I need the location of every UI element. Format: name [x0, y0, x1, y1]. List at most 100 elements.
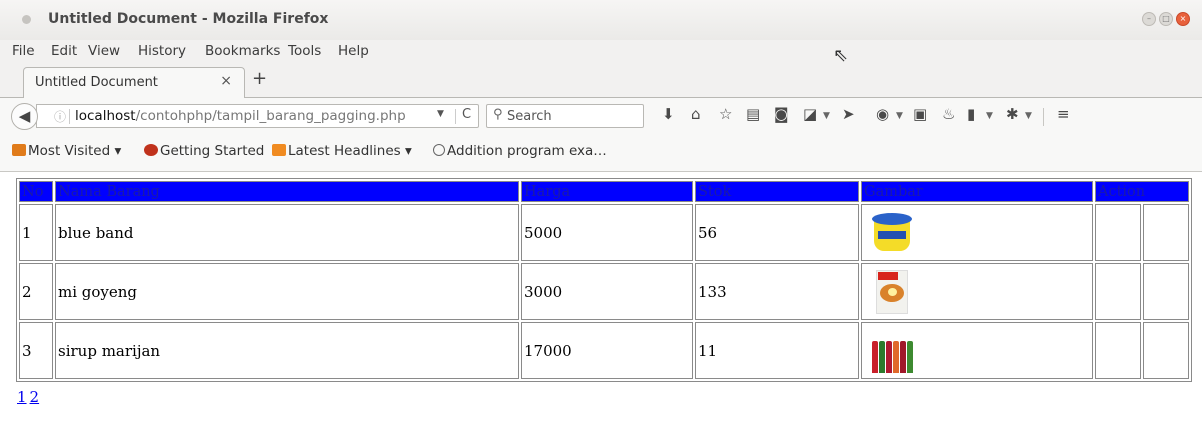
- syrup-bottles-image: [868, 327, 918, 375]
- tab-untitled-document[interactable]: Untitled Document ×: [23, 67, 245, 98]
- extension-dropdown-icon[interactable]: ▼: [1025, 111, 1032, 121]
- site-info-icon[interactable]: ⓘ: [54, 108, 66, 125]
- menu-bookmarks[interactable]: Bookmarks: [205, 43, 280, 59]
- screenshot-addon-icon[interactable]: ◪: [803, 105, 817, 123]
- toolbar-separator: [1043, 108, 1044, 126]
- bookmarks-menu-icon[interactable]: ▤: [746, 105, 760, 123]
- cell-no: 2: [19, 263, 53, 320]
- url-separator-2: [455, 109, 456, 124]
- extension-icon[interactable]: ✱: [1006, 105, 1019, 123]
- url-path: /contohphp/tampil_barang_pagging.php: [135, 108, 406, 124]
- minimize-icon[interactable]: –: [1142, 12, 1156, 26]
- page-content: No Nama Barang Harga Stok Gambar Action …: [0, 172, 1202, 421]
- menu-bar: File Edit View History Bookmarks Tools H…: [0, 40, 1202, 64]
- downloads-icon[interactable]: ⬇: [662, 105, 675, 123]
- bookmark-label: Latest Headlines ▾: [288, 143, 412, 159]
- cell-action-edit[interactable]: [1095, 204, 1141, 261]
- home-icon[interactable]: ⌂: [691, 105, 701, 123]
- cell-stok: 133: [695, 263, 859, 320]
- close-window-icon[interactable]: ×: [1176, 12, 1190, 26]
- hamburger-menu-icon[interactable]: ≡: [1057, 105, 1070, 123]
- search-input[interactable]: [507, 107, 637, 125]
- cell-stok: 56: [695, 204, 859, 261]
- menu-tools[interactable]: Tools: [288, 43, 321, 59]
- folder-icon: [12, 144, 26, 156]
- cell-nama: mi goyeng: [55, 263, 519, 320]
- pocket-icon[interactable]: ◙: [774, 105, 789, 123]
- back-arrow-icon: ◀: [18, 107, 31, 125]
- bookmark-latest-headlines[interactable]: Latest Headlines ▾: [272, 143, 412, 159]
- margarine-tub-image: [868, 209, 918, 257]
- cell-gambar: [861, 263, 1093, 320]
- tab-label: Untitled Document: [35, 75, 158, 90]
- barang-table: No Nama Barang Harga Stok Gambar Action …: [16, 178, 1192, 382]
- eye-addon-dropdown-icon[interactable]: ▼: [896, 111, 903, 121]
- cell-harga: 5000: [521, 204, 693, 261]
- bookmark-label: Most Visited ▾: [28, 143, 122, 159]
- menu-view[interactable]: View: [88, 43, 120, 59]
- navigation-bar: ⓘ localhost/contohphp/tampil_barang_pagg…: [0, 98, 1202, 134]
- header-nama-barang: Nama Barang: [55, 181, 519, 202]
- cell-action-delete[interactable]: [1143, 322, 1189, 379]
- table-row: 2 mi goyeng 3000 133: [19, 263, 1189, 320]
- search-icon: ⚲: [493, 107, 503, 122]
- send-icon[interactable]: ➤: [842, 105, 855, 123]
- window-title: Untitled Document - Mozilla Firefox: [48, 11, 329, 27]
- cell-nama: blue band: [55, 204, 519, 261]
- cell-no: 3: [19, 322, 53, 379]
- addon-dropdown-icon[interactable]: ▼: [823, 111, 830, 121]
- window-menu-dot-icon[interactable]: [22, 15, 31, 24]
- search-box[interactable]: ⚲: [486, 104, 644, 128]
- puzzle-addon-icon[interactable]: ♨: [942, 105, 955, 123]
- cell-harga: 3000: [521, 263, 693, 320]
- cell-action-delete[interactable]: [1143, 204, 1189, 261]
- window-title-bar: Untitled Document - Mozilla Firefox – □ …: [0, 0, 1202, 40]
- menu-help[interactable]: Help: [338, 43, 369, 59]
- tab-close-icon[interactable]: ×: [220, 73, 232, 89]
- url-dropdown-icon[interactable]: ▼: [437, 109, 444, 119]
- reload-icon[interactable]: C: [462, 107, 471, 122]
- instant-noodle-pack-image: [868, 268, 918, 316]
- clipboard-addon-icon[interactable]: ▮: [967, 105, 975, 123]
- bookmark-addition-program[interactable]: Addition program exa…: [433, 143, 607, 159]
- bookmark-getting-started[interactable]: Getting Started: [144, 143, 264, 159]
- new-tab-button[interactable]: +: [252, 68, 267, 89]
- download-helper-icon[interactable]: ▣: [913, 105, 927, 123]
- bookmarks-toolbar: Most Visited ▾ Getting Started Latest He…: [0, 134, 1202, 172]
- bookmark-star-icon[interactable]: ☆: [719, 105, 732, 123]
- eye-addon-icon[interactable]: ◉: [876, 105, 889, 123]
- header-action: Action: [1095, 181, 1189, 202]
- table-row: 3 sirup marijan 17000 11: [19, 322, 1189, 379]
- url-text[interactable]: localhost/contohphp/tampil_barang_paggin…: [75, 108, 406, 124]
- header-no: No: [19, 181, 53, 202]
- header-stok: Stok: [695, 181, 859, 202]
- cell-harga: 17000: [521, 322, 693, 379]
- table-row: 1 blue band 5000 56: [19, 204, 1189, 261]
- cell-gambar: [861, 204, 1093, 261]
- cell-gambar: [861, 322, 1093, 379]
- url-bar[interactable]: ⓘ localhost/contohphp/tampil_barang_pagg…: [36, 104, 479, 128]
- clipboard-dropdown-icon[interactable]: ▼: [986, 111, 993, 121]
- bookmark-most-visited[interactable]: Most Visited ▾: [12, 143, 121, 159]
- menu-file[interactable]: File: [12, 43, 35, 59]
- cell-action-edit[interactable]: [1095, 263, 1141, 320]
- pagination: 12: [17, 388, 42, 406]
- bookmark-label: Getting Started: [160, 143, 265, 159]
- cell-no: 1: [19, 204, 53, 261]
- bookmark-label: Addition program exa…: [447, 143, 607, 159]
- header-harga: Harga: [521, 181, 693, 202]
- maximize-icon[interactable]: □: [1159, 12, 1173, 26]
- page-link-2[interactable]: 2: [30, 388, 40, 406]
- globe-icon: [433, 144, 445, 156]
- firefox-icon: [144, 144, 158, 156]
- page-link-1[interactable]: 1: [17, 388, 27, 406]
- window-controls: – □ ×: [1142, 12, 1190, 26]
- url-separator: [69, 109, 70, 124]
- cell-action-edit[interactable]: [1095, 322, 1141, 379]
- url-host: localhost: [75, 108, 136, 124]
- back-button[interactable]: ◀: [11, 103, 38, 130]
- menu-history[interactable]: History: [138, 43, 186, 59]
- cell-action-delete[interactable]: [1143, 263, 1189, 320]
- table-header-row: No Nama Barang Harga Stok Gambar Action: [19, 181, 1189, 202]
- menu-edit[interactable]: Edit: [51, 43, 77, 59]
